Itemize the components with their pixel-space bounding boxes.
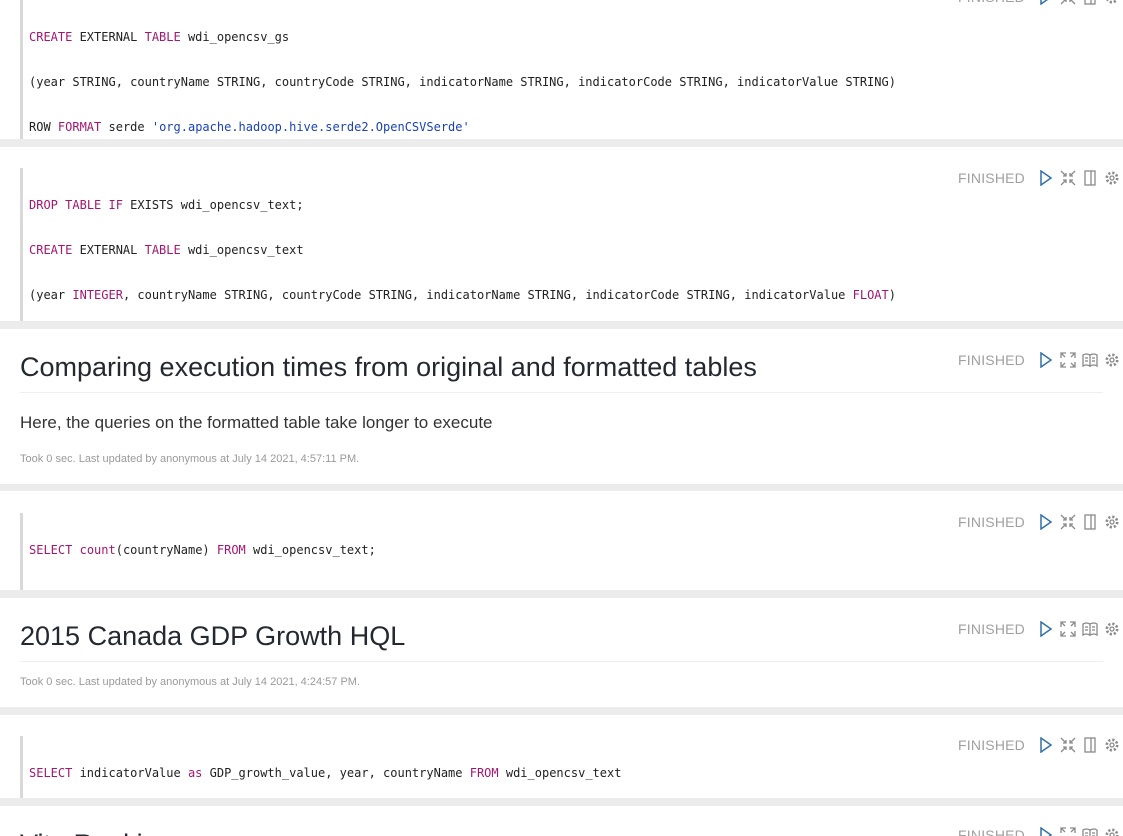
paragraph-toolbar: FINISHED <box>958 168 1123 188</box>
status-label: FINISHED <box>958 514 1025 530</box>
paragraph-footer: Took 0 sec. Last updated by anonymous at… <box>20 453 360 465</box>
paragraph-vita-ranking: FINISHED Vita Ranking <box>0 806 1123 836</box>
paragraph-text: Here, the queries on the formatted table… <box>20 413 493 432</box>
status-label: FINISHED <box>958 170 1025 186</box>
run-icon[interactable] <box>1035 735 1057 755</box>
hide-output-icon[interactable] <box>1079 168 1101 188</box>
hide-editor-icon[interactable] <box>1057 0 1079 7</box>
paragraph-toolbar: FINISHED <box>958 0 1123 7</box>
paragraph-comparing-times: FINISHED Comparing execution times from … <box>0 329 1123 484</box>
hide-output-icon[interactable] <box>1079 735 1101 755</box>
hide-output-icon[interactable] <box>1079 512 1101 532</box>
code-editor[interactable]: SELECT indicatorValue as GDP_growth_valu… <box>20 736 913 798</box>
code-editor[interactable]: SELECT count(countryName) FROM wdi_openc… <box>20 513 913 590</box>
code-line: (year INTEGER, countryName STRING, count… <box>29 288 896 302</box>
paragraph-toolbar: FINISHED <box>958 735 1123 755</box>
hide-editor-icon[interactable] <box>1057 735 1079 755</box>
hide-editor-icon[interactable] <box>1057 168 1079 188</box>
paragraph-canada-gdp-heading: FINISHED 2015 Canada GDP Growth HQL Took… <box>0 598 1123 707</box>
code-line: CREATE EXTERNAL TABLE wdi_opencsv_gs <box>29 30 290 44</box>
run-icon[interactable] <box>1035 168 1057 188</box>
code-line: DROP TABLE IF EXISTS wdi_opencsv_text; <box>29 198 304 212</box>
paragraph-heading: Comparing execution times from original … <box>20 347 1103 393</box>
paragraph-heading: 2015 Canada GDP Growth HQL <box>20 616 1103 662</box>
gear-icon[interactable] <box>1101 168 1123 188</box>
hide-editor-icon[interactable] <box>1057 512 1079 532</box>
code-line: (year STRING, countryName STRING, countr… <box>29 75 896 89</box>
code-line: ROW FORMAT serde 'org.apache.hadoop.hive… <box>29 120 470 134</box>
gear-icon[interactable] <box>1101 825 1123 836</box>
paragraph-footer: Took 0 sec. Last updated by anonymous at… <box>20 676 360 688</box>
code-editor[interactable]: CREATE EXTERNAL TABLE wdi_opencsv_gs (ye… <box>20 0 913 139</box>
gear-icon[interactable] <box>1101 512 1123 532</box>
code-line: SELECT indicatorValue as GDP_growth_valu… <box>29 766 622 780</box>
paragraph-canada-gdp-query: FINISHED SELECT indicatorValue as GDP_gr… <box>0 715 1123 798</box>
paragraph-toolbar: FINISHED <box>958 512 1123 532</box>
gear-icon[interactable] <box>1101 619 1123 639</box>
gear-icon[interactable] <box>1101 735 1123 755</box>
run-icon[interactable] <box>1035 0 1057 7</box>
status-label: FINISHED <box>958 737 1025 753</box>
gear-icon[interactable] <box>1101 350 1123 370</box>
paragraph-create-opencsv-text: FINISHED DROP TABLE IF EXISTS wdi_opencs… <box>0 147 1123 321</box>
status-label: FINISHED <box>958 0 1025 5</box>
gear-icon[interactable] <box>1101 0 1123 7</box>
code-line: CREATE EXTERNAL TABLE wdi_opencsv_text <box>29 243 304 257</box>
paragraph-count-queries: FINISHED SELECT count(countryName) FROM … <box>0 491 1123 590</box>
code-line: SELECT count(countryName) FROM wdi_openc… <box>29 543 376 557</box>
paragraph-heading: Vita Ranking <box>20 824 1103 836</box>
paragraph-create-opencsv-gs: FINISHED CREATE EXTERNAL TABLE wdi_openc… <box>0 0 1123 139</box>
code-editor[interactable]: DROP TABLE IF EXISTS wdi_opencsv_text; C… <box>20 168 913 321</box>
run-icon[interactable] <box>1035 512 1057 532</box>
hide-output-icon[interactable] <box>1079 0 1101 7</box>
